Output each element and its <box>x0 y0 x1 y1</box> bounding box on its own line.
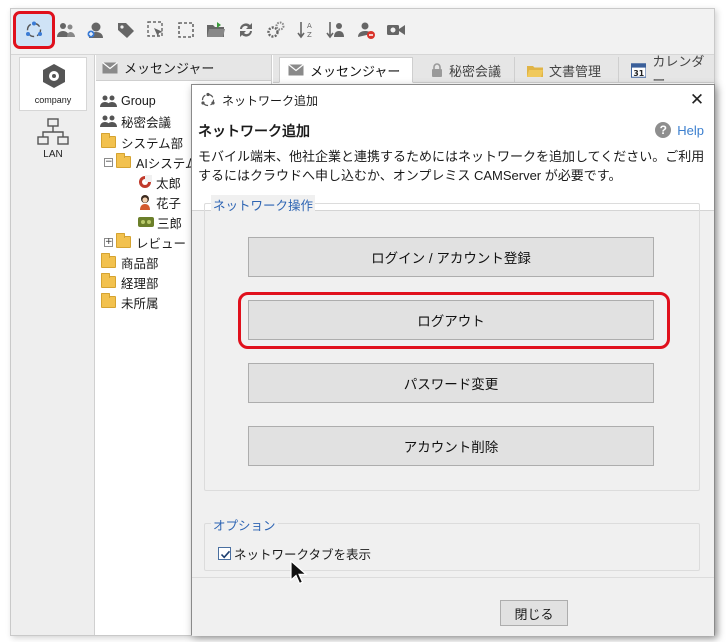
group-icon <box>100 115 117 127</box>
tree-panel-header[interactable]: メッセンジャー <box>96 55 271 81</box>
tree-item-review[interactable]: + レビュー <box>104 232 186 252</box>
select-icon[interactable] <box>173 17 199 43</box>
refresh-icon[interactable] <box>233 17 259 43</box>
nav-company[interactable]: company <box>19 57 87 111</box>
login-register-button[interactable]: ログイン / アカウント登録 <box>248 237 654 277</box>
folder-icon <box>101 253 116 268</box>
avatar-taro <box>139 175 152 188</box>
tree-item-system-dept[interactable]: システム部 <box>101 132 183 152</box>
toolbar: AZ <box>11 9 714 55</box>
tree-item-secret-meeting[interactable]: 秘密会議 <box>100 111 171 131</box>
tree-item-label: AIシステム <box>136 156 198 171</box>
tree-item-label: 三郎 <box>157 216 183 231</box>
side-navigation: company LAN <box>11 55 95 635</box>
dialog-description: モバイル端末、他社企業と連携するためにはネットワークを追加してください。ご利用す… <box>198 149 705 183</box>
close-icon[interactable]: ✕ <box>688 91 706 109</box>
nav-lan[interactable]: LAN <box>19 115 87 169</box>
tree-item-label: 太郎 <box>156 176 182 191</box>
close-button[interactable]: 閉じる <box>500 600 568 626</box>
folder-icon <box>101 293 116 308</box>
network-operations-label: ネットワーク操作 <box>211 195 316 214</box>
tab-label: メッセンジャー <box>310 63 401 79</box>
lan-icon <box>37 118 69 145</box>
folder-icon <box>101 273 116 288</box>
network-add-icon[interactable] <box>21 17 47 43</box>
tree-item-label: システム部 <box>121 136 184 151</box>
nav-lan-label: LAN <box>43 149 63 160</box>
tree-item-ai-system[interactable]: − AIシステム <box>104 152 197 172</box>
envelope-icon <box>288 64 304 76</box>
dialog-title: ネットワーク追加 <box>222 93 319 108</box>
tab-label: 文書管理 <box>549 63 602 79</box>
help-icon: ? <box>655 122 672 138</box>
svg-text:A: A <box>307 22 312 30</box>
tab-documents[interactable]: 文書管理 <box>519 57 619 83</box>
tree-item-saburo[interactable]: 三郎 <box>138 212 182 232</box>
logout-button[interactable]: ログアウト <box>248 300 654 340</box>
checkmark-icon <box>220 550 231 559</box>
company-icon <box>43 64 65 88</box>
svg-text:Z: Z <box>307 31 312 39</box>
folder-icon <box>527 65 543 77</box>
svg-text:31: 31 <box>633 69 644 78</box>
tree-panel-title: メッセンジャー <box>124 61 215 76</box>
user-sort-icon[interactable] <box>323 17 349 43</box>
lock-icon <box>432 63 442 77</box>
user-remove-icon[interactable] <box>353 17 379 43</box>
network-add-dialog: ネットワーク追加 ✕ ネットワーク追加 ? Help モバイル端末、他社企業と連… <box>191 84 715 636</box>
tab-label: 秘密会議 <box>449 63 502 79</box>
folder-icon <box>116 153 131 168</box>
tree-item-unassigned[interactable]: 未所属 <box>101 292 159 312</box>
tree-item-label: 秘密会議 <box>121 115 172 130</box>
tree-item-label: 花子 <box>156 196 182 211</box>
folder-icon <box>101 133 116 148</box>
help-link[interactable]: ? Help <box>655 122 704 138</box>
tab-bar: メッセンジャー 秘密会議 文書管理 31 カレンダー <box>273 54 714 88</box>
tree-item-accounting-dept[interactable]: 経理部 <box>101 272 159 292</box>
add-user-icon[interactable] <box>83 17 109 43</box>
sort-icon[interactable]: AZ <box>293 17 319 43</box>
scan-icon[interactable] <box>143 17 169 43</box>
calendar-icon: 31 <box>631 63 647 78</box>
tab-calendar[interactable]: 31 カレンダー <box>623 54 714 88</box>
nav-company-label: company <box>34 95 72 105</box>
envelope-icon <box>102 61 118 73</box>
tree-item-group[interactable]: Group <box>100 91 156 111</box>
tree-item-label: レビュー <box>136 236 187 251</box>
network-add-icon <box>201 92 215 107</box>
show-network-tab-checkbox[interactable] <box>218 547 231 560</box>
video-icon[interactable] <box>383 17 409 43</box>
tree-item-hanako[interactable]: 花子 <box>138 192 181 212</box>
dialog-titlebar: ネットワーク追加 ✕ <box>192 85 714 115</box>
tree-item-product-dept[interactable]: 商品部 <box>101 252 159 272</box>
tag-icon[interactable] <box>113 17 139 43</box>
dialog-heading: ネットワーク追加 <box>198 123 310 139</box>
expand-icon[interactable]: + <box>104 237 113 247</box>
tree-item-taro[interactable]: 太郎 <box>138 172 181 192</box>
folder-icon <box>116 233 131 248</box>
avatar-saburo <box>138 217 154 227</box>
dialog-footer: 閉じる <box>192 577 714 636</box>
group-icon <box>100 95 117 107</box>
mouse-cursor-icon <box>290 560 308 585</box>
avatar-hanako <box>140 195 150 210</box>
tree-item-label: 商品部 <box>121 256 159 271</box>
tab-secret-meeting[interactable]: 秘密会議 <box>423 57 515 83</box>
delete-account-button[interactable]: アカウント削除 <box>248 426 654 466</box>
users-icon[interactable] <box>53 17 79 43</box>
folder-open-icon[interactable] <box>203 17 229 43</box>
change-password-button[interactable]: パスワード変更 <box>248 363 654 403</box>
tree-item-label: 未所属 <box>121 296 159 311</box>
help-label: Help <box>677 122 704 138</box>
tab-messenger[interactable]: メッセンジャー <box>279 57 413 83</box>
tree-item-label: 経理部 <box>121 276 159 291</box>
gears-icon[interactable] <box>263 17 289 43</box>
options-label: オプション <box>211 515 278 534</box>
collapse-icon[interactable]: − <box>104 157 113 167</box>
tree-item-label: Group <box>121 94 156 108</box>
